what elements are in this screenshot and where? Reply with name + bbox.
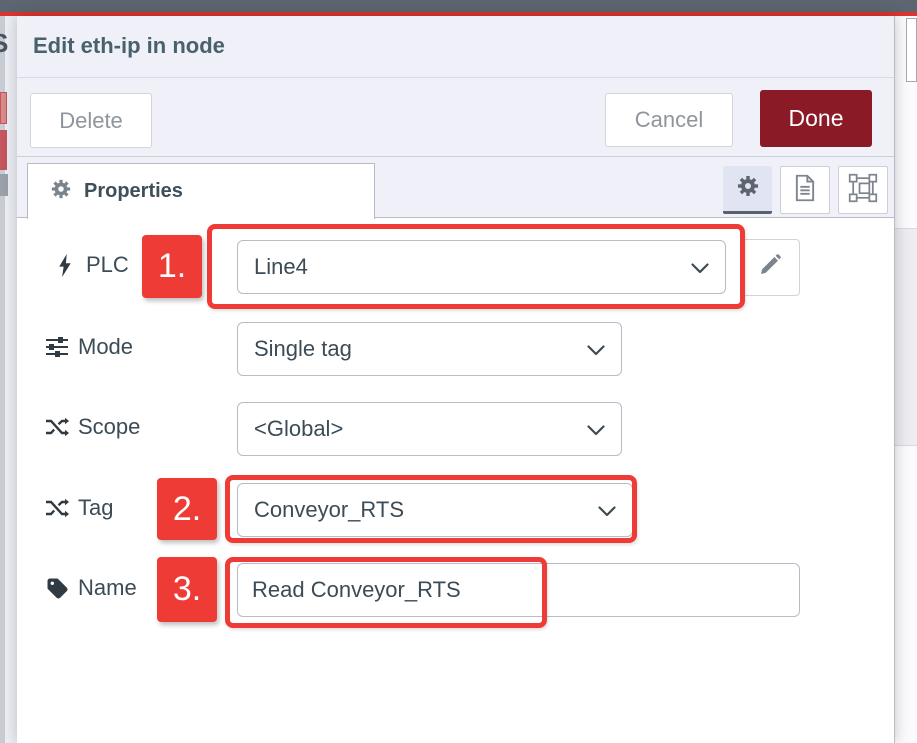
- plc-select-value: Line4: [254, 254, 308, 280]
- mode-select[interactable]: Single tag: [237, 322, 622, 376]
- chevron-down-icon: [598, 497, 616, 523]
- properties-form: PLC 1. Line4: [17, 218, 894, 743]
- appearance-icon: [848, 173, 878, 208]
- tag-select-value: Conveyor_RTS: [254, 497, 404, 523]
- background-fragment: [0, 130, 7, 170]
- background-fragment: [0, 174, 8, 196]
- description-view-button[interactable]: [780, 166, 830, 214]
- chevron-down-icon: [587, 416, 605, 442]
- dialog-title: Edit eth-ip in node: [33, 33, 225, 59]
- tag-field-label: Tag: [45, 495, 113, 521]
- annotation-badge-1: 1.: [142, 235, 202, 298]
- scope-select[interactable]: <Global>: [237, 402, 622, 456]
- top-header-bar: [0, 0, 917, 12]
- plc-field-label: PLC: [53, 252, 129, 278]
- background-fragment: [0, 92, 7, 124]
- screen: S Edit eth-ip in node Delete Cancel Done: [0, 0, 917, 743]
- scope-select-value: <Global>: [254, 416, 343, 442]
- tag-select[interactable]: Conveyor_RTS: [237, 483, 633, 537]
- cancel-button[interactable]: Cancel: [605, 93, 733, 147]
- background-letter: S: [0, 28, 8, 59]
- tab-bar: Properties: [17, 157, 894, 218]
- done-button[interactable]: Done: [760, 90, 872, 147]
- tag-icon: [45, 576, 69, 600]
- tab-properties-label: Properties: [84, 180, 183, 203]
- appearance-view-button[interactable]: [838, 166, 888, 214]
- document-icon: [793, 174, 817, 207]
- annotation-badge-3: 3.: [157, 557, 217, 622]
- scope-field-label: Scope: [45, 414, 140, 440]
- delete-button[interactable]: Delete: [30, 93, 152, 148]
- chevron-down-icon: [587, 336, 605, 362]
- name-field-label: Name: [45, 575, 137, 601]
- background-right-strip: [895, 16, 917, 743]
- edit-node-dialog: Edit eth-ip in node Delete Cancel Done: [17, 16, 895, 743]
- mode-field-label: Mode: [45, 334, 133, 360]
- cog-icon: [50, 178, 72, 205]
- dialog-header: Edit eth-ip in node: [17, 16, 894, 78]
- edit-plc-config-button[interactable]: [740, 239, 800, 296]
- chevron-down-icon: [691, 254, 709, 280]
- tab-properties[interactable]: Properties: [27, 163, 375, 219]
- background-left-strip: S: [0, 16, 17, 743]
- bolt-icon: [53, 254, 77, 277]
- annotation-badge-2: 2.: [157, 478, 217, 540]
- shuffle-icon: [45, 497, 69, 519]
- sliders-icon: [45, 336, 69, 358]
- mode-select-value: Single tag: [254, 336, 352, 362]
- properties-view-button[interactable]: [723, 166, 772, 214]
- plc-select[interactable]: Line4: [237, 240, 726, 294]
- scrollbar[interactable]: [906, 18, 917, 82]
- background-panel: [895, 228, 917, 446]
- name-input[interactable]: [237, 563, 800, 617]
- cog-icon: [736, 174, 760, 203]
- shuffle-icon: [45, 416, 69, 438]
- pencil-icon: [759, 254, 781, 281]
